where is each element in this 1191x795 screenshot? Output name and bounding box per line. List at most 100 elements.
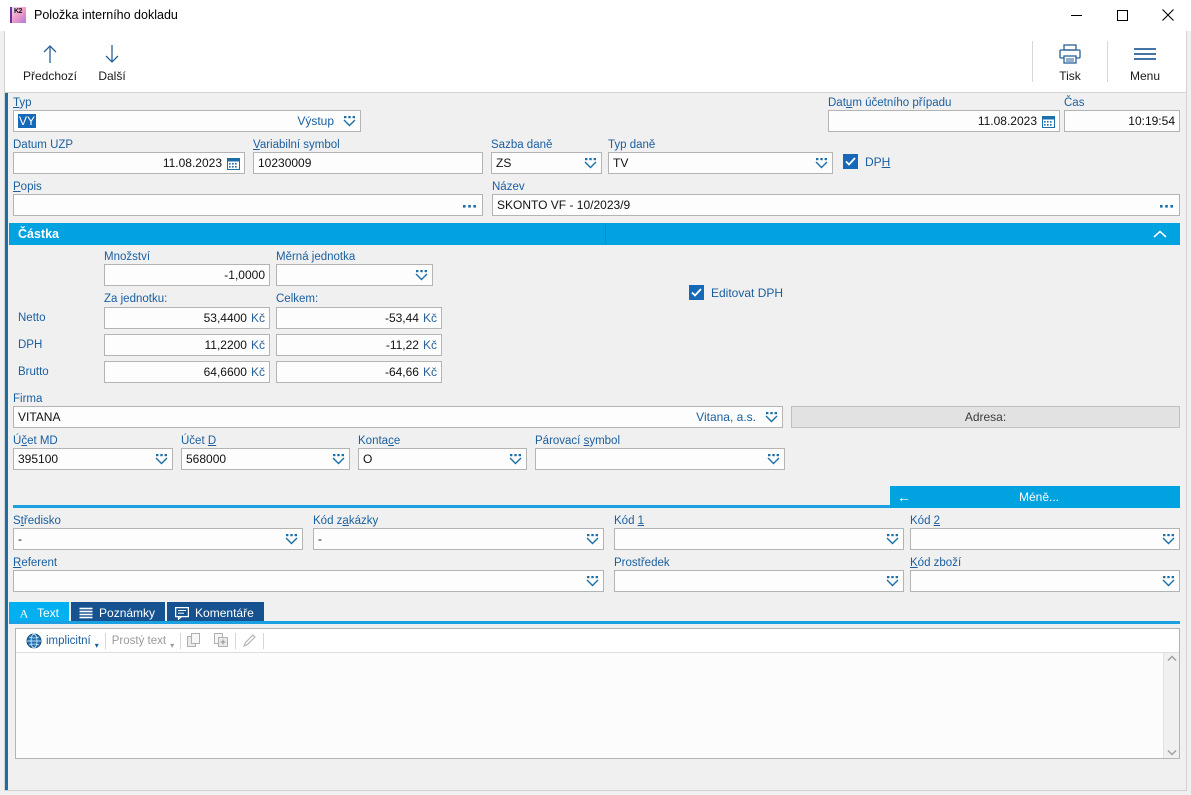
firma-input[interactable]: VITANA Vitana, a.s. (13, 406, 783, 428)
chevron-down-icon[interactable] (815, 157, 828, 169)
chevron-down-icon[interactable] (767, 453, 780, 465)
chevron-down-icon[interactable] (765, 411, 778, 423)
chevron-down-icon[interactable] (155, 453, 168, 465)
datum-uct-input[interactable]: 11.08.2023 (828, 110, 1060, 132)
chevron-down-icon[interactable]: ▾ (95, 641, 99, 650)
typ-input[interactable]: VY Výstup (13, 110, 361, 132)
mene-button[interactable]: ← Méně... (890, 486, 1180, 508)
calendar-icon[interactable] (1042, 115, 1055, 128)
kod-2-input[interactable] (910, 528, 1180, 550)
nazev-input[interactable]: SKONTO VF - 10/2023/9 (492, 194, 1180, 216)
amount-unit-input[interactable]: 11,2200 Kč (104, 334, 270, 356)
print-button[interactable]: Tisk (1039, 31, 1101, 92)
kod-zakazky-value: - (318, 532, 322, 546)
ellipsis-icon[interactable] (463, 201, 478, 209)
ucet-md-input[interactable]: 395100 (13, 448, 173, 470)
next-button[interactable]: Další (81, 31, 143, 92)
parovaci-symbol-label: Párovací symbol (535, 435, 621, 447)
amount-rows: Netto 53,4400 Kč -53,44 Kč DPH 11,2200 Kč -11,22… (9, 306, 689, 383)
field-referent: Referent (13, 557, 604, 592)
ellipsis-icon[interactable] (1160, 201, 1175, 209)
chevron-down-icon[interactable] (415, 269, 428, 281)
toolbar-divider-2 (1107, 41, 1108, 82)
amount-total-input[interactable]: -11,22 Kč (276, 334, 442, 356)
chevron-down-icon[interactable] (1162, 575, 1175, 587)
chevron-down-icon[interactable] (343, 115, 356, 127)
chevron-down-icon[interactable] (586, 533, 599, 545)
parovaci-symbol-input[interactable] (535, 448, 785, 470)
chevron-down-icon[interactable]: ▾ (170, 641, 174, 650)
kontace-input[interactable]: O (358, 448, 527, 470)
row-codes-2: Referent Prostředek Kód zboží (9, 550, 1186, 592)
field-merna-jednotka: Měrná jednotka (276, 251, 433, 286)
field-parovaci-symbol: Párovací symbol (535, 435, 785, 470)
merna-jednotka-input[interactable] (276, 264, 433, 286)
chevron-down-icon[interactable] (509, 453, 522, 465)
datum-uzp-label: Datum UZP (13, 139, 74, 151)
editor-body (16, 653, 1179, 758)
popis-input[interactable] (13, 194, 483, 216)
field-kontace: Kontace O (358, 435, 527, 470)
minimize-button[interactable] (1053, 0, 1099, 31)
format-name: Prostý text (111, 634, 167, 647)
menu-button[interactable]: Menu (1114, 31, 1176, 92)
chevron-down-icon[interactable] (886, 533, 899, 545)
sazba-dane-input[interactable]: ZS (491, 152, 602, 174)
ucet-d-input[interactable]: 568000 (181, 448, 350, 470)
kod-zbozi-input[interactable] (910, 570, 1180, 592)
amount-unit-currency: Kč (250, 311, 265, 325)
kod-1-input[interactable] (614, 528, 904, 550)
scroll-up-icon[interactable] (1166, 655, 1177, 662)
chevron-down-icon[interactable] (332, 453, 345, 465)
amount-unit-input[interactable]: 64,6600 Kč (104, 361, 270, 383)
field-typ: Typ VY Výstup (13, 97, 361, 132)
referent-input[interactable] (13, 570, 604, 592)
scroll-down-icon[interactable] (1166, 749, 1177, 756)
print-button-label: Tisk (1059, 68, 1081, 83)
field-kod-zbozi: Kód zboží (910, 557, 1180, 592)
popis-label: Popis (13, 181, 42, 193)
dph-checkbox-group[interactable]: DPH (843, 139, 890, 169)
variabilni-symbol-input[interactable]: 10230009 (253, 152, 483, 174)
chevron-up-icon[interactable] (1152, 229, 1168, 239)
close-button[interactable] (1145, 0, 1191, 31)
row-typ: Typ VY Výstup Datum účetního případu 11.… (9, 93, 1186, 132)
nazev-label: Název (492, 181, 525, 193)
mnozstvi-input[interactable]: -1,0000 (104, 264, 270, 286)
kod-zakazky-input[interactable]: - (313, 528, 604, 550)
editor-scrollbar[interactable] (1163, 653, 1179, 758)
typ-dane-input[interactable]: TV (608, 152, 833, 174)
prostredek-input[interactable] (614, 570, 904, 592)
prev-button[interactable]: Předchozí (19, 31, 81, 92)
editor-toolbar: implicitní ▾ Prostý text ▾ (16, 629, 1179, 653)
sazba-dane-label: Sazba daně (491, 139, 553, 151)
editovat-dph-checkbox[interactable] (689, 285, 704, 300)
edit-button[interactable] (236, 630, 263, 652)
amount-total-input[interactable]: -53,44 Kč (276, 307, 442, 329)
format-selector[interactable]: Prostý text ▾ (106, 630, 180, 652)
datum-uzp-input[interactable]: 11.08.2023 (13, 152, 245, 174)
calendar-icon[interactable] (227, 157, 240, 170)
pencil-icon (242, 633, 257, 648)
maximize-button[interactable] (1099, 0, 1145, 31)
chevron-down-icon[interactable] (584, 157, 597, 169)
chevron-down-icon[interactable] (586, 575, 599, 587)
dph-checkbox-label: DPH (865, 154, 891, 169)
stredisko-input[interactable]: - (13, 528, 303, 550)
cas-input[interactable]: 10:19:54 (1064, 110, 1180, 132)
amount-unit-value: 64,6600 (203, 365, 247, 379)
chevron-down-icon[interactable] (285, 533, 298, 545)
castka-section-header[interactable]: Částka (9, 223, 1180, 245)
chevron-down-icon[interactable] (886, 575, 899, 587)
field-ucet-md: Účet MD 395100 (13, 435, 173, 470)
mnozstvi-label: Množství (104, 251, 151, 263)
amount-unit-input[interactable]: 53,4400 Kč (104, 307, 270, 329)
amount-total-input[interactable]: -64,66 Kč (276, 361, 442, 383)
chevron-down-icon[interactable] (1162, 533, 1175, 545)
copy-button[interactable] (181, 630, 208, 652)
editor-text-area[interactable] (16, 653, 1163, 758)
editovat-dph-group[interactable]: Editovat DPH (689, 251, 783, 383)
style-selector[interactable]: implicitní ▾ (20, 630, 105, 652)
copy-add-button[interactable] (208, 630, 235, 652)
dph-checkbox[interactable] (843, 154, 858, 169)
